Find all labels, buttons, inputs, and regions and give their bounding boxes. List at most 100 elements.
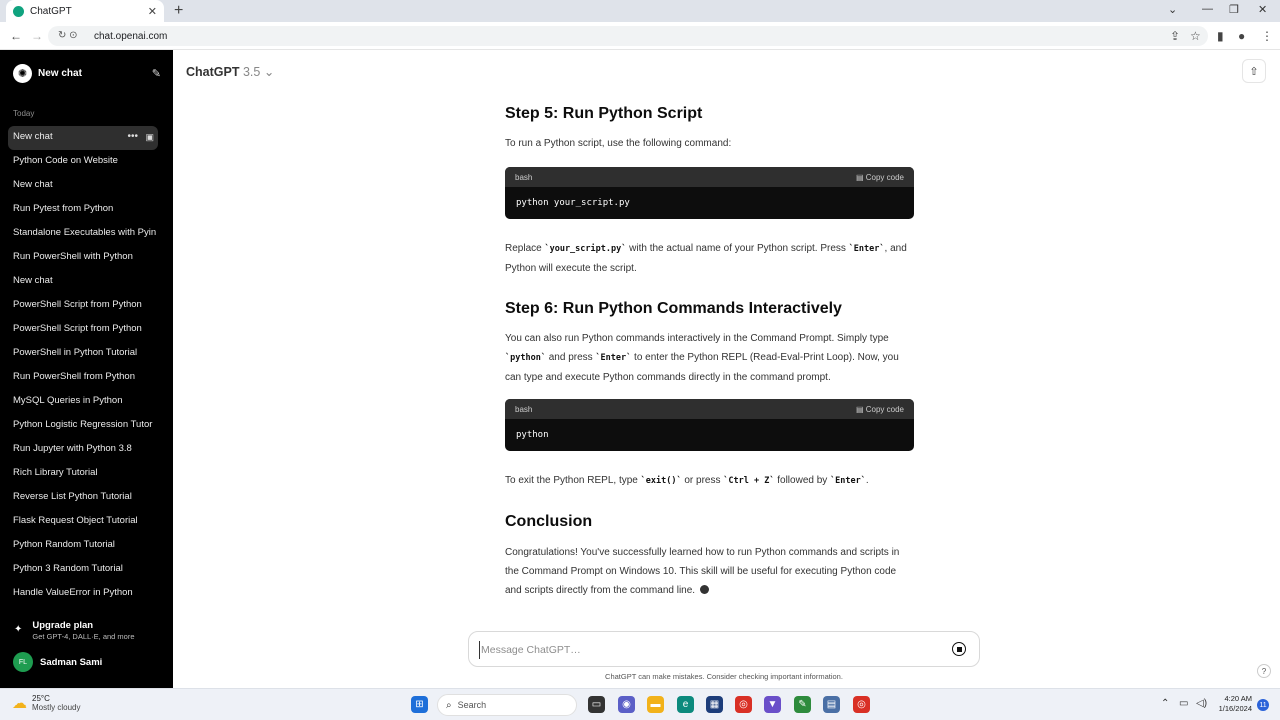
edge-browser-icon[interactable]: e	[677, 696, 694, 713]
back-icon[interactable]: ←	[10, 29, 22, 43]
network-icon[interactable]: ▭	[1179, 698, 1188, 709]
step5-heading: Step 5: Run Python Script	[505, 105, 703, 122]
sidebar-item-label: New chat	[13, 275, 53, 286]
sidebar-item[interactable]: Reverse List Python Tutorial	[8, 486, 158, 510]
user-menu[interactable]: FL Sadman Sami	[13, 652, 102, 672]
site-info-icon[interactable]: ↻ ⊙	[58, 30, 78, 41]
clipboard-icon: ▤	[855, 172, 866, 182]
inline-code: `your_script.py`	[544, 244, 627, 254]
sidebar-item[interactable]: Standalone Executables with Pyin	[8, 222, 158, 246]
code-content: python	[516, 430, 549, 440]
file-explorer-icon[interactable]: ▬	[647, 696, 664, 713]
windows-taskbar: ☁ 25°C Mostly cloudy ⊞ ⌕ Search ▭ ◉ ▬ e …	[0, 688, 1280, 720]
copy-code-button[interactable]: ▤ Copy code	[856, 405, 904, 414]
model-selector[interactable]: ChatGPT 3.5 ⌄	[186, 64, 274, 79]
sidebar-item[interactable]: Flask Request Object Tutorial	[8, 510, 158, 534]
bookmark-star-icon[interactable]: ☆	[1190, 29, 1201, 43]
sidebar-item-label: Run PowerShell with Python	[13, 251, 133, 262]
text-span: You can also run Python commands interac…	[505, 333, 889, 344]
step5-intro: To run a Python script, use the followin…	[505, 138, 732, 149]
chrome-icon[interactable]: ◎	[735, 696, 752, 713]
clock-time: 4:20 AM	[1224, 694, 1252, 703]
volume-icon[interactable]: ◁)	[1196, 698, 1207, 709]
sidebar-item[interactable]: Python Logistic Regression Tutor	[8, 414, 158, 438]
restore-icon[interactable]: ❐	[1229, 3, 1239, 16]
share-button[interactable]: ⇧	[1242, 59, 1266, 83]
sidebar-item[interactable]: New chat	[8, 174, 158, 198]
exit-paragraph: To exit the Python REPL, type `exit()` o…	[505, 471, 915, 491]
browser-tab[interactable]: ChatGPT ✕	[6, 0, 164, 22]
windows-start-icon[interactable]: ⊞	[411, 696, 428, 713]
text-span: Replace	[505, 243, 545, 254]
sidebar-item[interactable]: PowerShell Script from Python	[8, 294, 158, 318]
system-clock[interactable]: 4:20 AM 1/16/2024	[1214, 694, 1252, 714]
share-page-icon[interactable]: ⇪	[1170, 29, 1180, 43]
sidebar-item[interactable]: MySQL Queries in Python	[8, 390, 158, 414]
sidebar-item[interactable]: Run PowerShell from Python	[8, 366, 158, 390]
sidebar-item[interactable]: New chat	[8, 270, 158, 294]
archive-icon[interactable]: ▣	[145, 126, 154, 148]
app-icon-green[interactable]: ✎	[794, 696, 811, 713]
minimize-icon[interactable]: —	[1202, 3, 1213, 15]
store-icon[interactable]: ▦	[706, 696, 723, 713]
notification-badge[interactable]: 11	[1257, 699, 1269, 711]
sidebar-item-label: Rich Library Tutorial	[13, 467, 98, 478]
conclusion-heading: Conclusion	[505, 513, 593, 530]
url-text: chat.openai.com	[94, 30, 168, 42]
sidebar-item[interactable]: Python Random Tutorial	[8, 534, 158, 558]
tray-chevron-icon[interactable]: ⌃	[1161, 698, 1169, 709]
text-span: and press	[545, 352, 596, 363]
weather-widget[interactable]: ☁ 25°C Mostly cloudy	[12, 694, 80, 712]
sidebar-item-label: PowerShell in Python Tutorial	[13, 347, 138, 358]
sidebar-item-label: PowerShell Script from Python	[13, 299, 142, 310]
tab-search-icon[interactable]: ⌄	[1168, 3, 1177, 16]
task-view-icon[interactable]: ▭	[588, 696, 605, 713]
copy-code-label: Copy code	[865, 404, 904, 414]
sidebar-item-label: Run Pytest from Python	[13, 203, 114, 214]
close-window-icon[interactable]: ✕	[1258, 3, 1267, 16]
sidebar-item[interactable]: Python Code on Website	[8, 150, 158, 174]
app-icon-blue[interactable]: ▤	[823, 696, 840, 713]
forward-icon[interactable]: →	[31, 29, 43, 43]
sidebar-item[interactable]: PowerShell in Python Tutorial	[8, 342, 158, 366]
inline-code: `Enter`	[830, 476, 866, 486]
text-span: .	[865, 475, 869, 486]
close-tab-icon[interactable]: ✕	[148, 5, 157, 18]
sidebar-item[interactable]: New chat ••• ▣	[8, 126, 158, 150]
copy-code-button[interactable]: ▤ Copy code	[856, 173, 904, 182]
conclusion-paragraph: Congratulations! You've successfully lea…	[505, 543, 915, 600]
upgrade-plan-button[interactable]: ✦ Upgrade plan Get GPT-4, DALL·E, and mo…	[14, 620, 135, 641]
chrome-active-icon[interactable]: ◎	[853, 696, 870, 713]
history-section-label: Today	[13, 109, 35, 118]
sidebar-item[interactable]: Run Pytest from Python	[8, 198, 158, 222]
new-tab-icon[interactable]: +	[174, 2, 183, 20]
message-input[interactable]	[479, 641, 919, 659]
sidebar-item[interactable]: Handle ValueError in Python	[8, 582, 158, 606]
side-panel-icon[interactable]: ▮	[1217, 29, 1224, 43]
sidebar-item[interactable]: Python 3 Random Tutorial	[8, 558, 158, 582]
browser-menu-icon[interactable]: ⋮	[1261, 29, 1273, 43]
weather-condition: Mostly cloudy	[32, 703, 81, 712]
sidebar-item[interactable]: Run Jupyter with Python 3.8	[8, 438, 158, 462]
profile-icon[interactable]: ●	[1238, 29, 1245, 43]
new-chat-button[interactable]: ✺ New chat ✎	[13, 64, 161, 83]
taskbar-search[interactable]: ⌕ Search	[437, 694, 577, 716]
upgrade-title: Upgrade plan	[32, 620, 94, 631]
stop-generating-button[interactable]	[952, 642, 966, 656]
app-icon-purple[interactable]: ▼	[764, 696, 781, 713]
sidebar-item[interactable]: Run PowerShell with Python	[8, 246, 158, 270]
code-content: python your_script.py	[516, 198, 630, 208]
inline-code: `Ctrl + Z`	[723, 476, 775, 486]
sidebar-item-label: Python Logistic Regression Tutor	[13, 419, 153, 430]
more-options-icon[interactable]: •••	[127, 126, 138, 148]
sidebar-item-label: Standalone Executables with Pyin	[13, 227, 157, 238]
sidebar-item[interactable]: PowerShell Script from Python	[8, 318, 158, 342]
edit-icon[interactable]: ✎	[152, 67, 161, 80]
chat-app-icon[interactable]: ◉	[618, 696, 635, 713]
search-label: Search	[457, 700, 487, 710]
sidebar-item[interactable]: Rich Library Tutorial	[8, 462, 158, 486]
url-field[interactable]: ↻ ⊙ chat.openai.com	[48, 26, 1208, 46]
browser-tabstrip: ChatGPT ✕ + ⌄ — ❐ ✕	[0, 0, 1280, 22]
help-button[interactable]: ?	[1257, 664, 1271, 678]
model-name: ChatGPT	[186, 65, 240, 79]
